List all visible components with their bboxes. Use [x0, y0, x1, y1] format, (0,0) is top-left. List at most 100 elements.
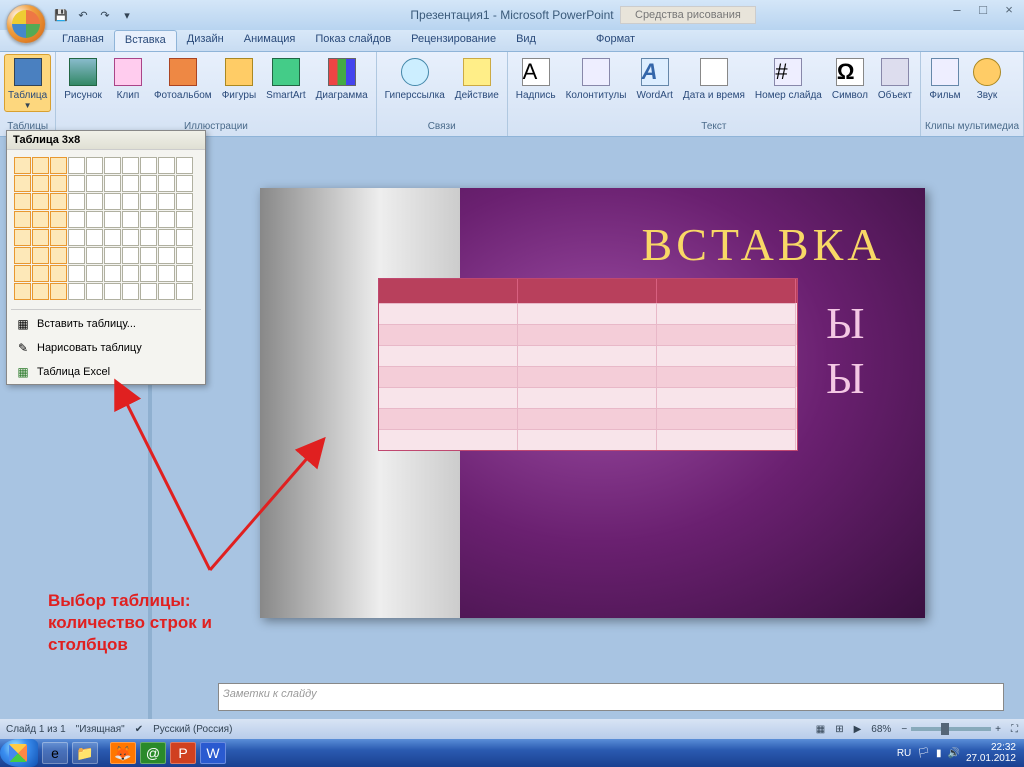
notes-pane[interactable]: Заметки к слайду	[218, 683, 1004, 711]
tray-volume-icon[interactable]: 🔊	[947, 748, 959, 759]
grid-cell[interactable]	[122, 193, 139, 210]
grid-cell[interactable]	[32, 265, 49, 282]
grid-cell[interactable]	[86, 265, 103, 282]
grid-cell[interactable]	[86, 157, 103, 174]
chart-button[interactable]: Диаграмма	[312, 54, 372, 103]
grid-cell[interactable]	[140, 193, 157, 210]
tab-view[interactable]: Вид	[506, 30, 546, 51]
grid-cell[interactable]	[14, 283, 31, 300]
grid-cell[interactable]	[14, 157, 31, 174]
grid-cell[interactable]	[122, 283, 139, 300]
grid-cell[interactable]	[104, 247, 121, 264]
taskbar-app-icon[interactable]: @	[140, 742, 166, 764]
tray-flag-icon[interactable]: 🏳	[917, 748, 930, 759]
shapes-button[interactable]: Фигуры	[218, 54, 260, 103]
headerfooter-button[interactable]: Колонтитулы	[562, 54, 631, 103]
qat-undo[interactable]: ↶	[74, 6, 92, 24]
grid-cell[interactable]	[86, 175, 103, 192]
grid-cell[interactable]	[50, 247, 67, 264]
grid-cell[interactable]	[158, 193, 175, 210]
close-button[interactable]: ×	[1000, 2, 1018, 17]
grid-cell[interactable]	[50, 175, 67, 192]
grid-cell[interactable]	[176, 157, 193, 174]
wordart-button[interactable]: AWordArt	[632, 54, 676, 103]
grid-cell[interactable]	[104, 193, 121, 210]
grid-cell[interactable]	[86, 193, 103, 210]
grid-cell[interactable]	[122, 247, 139, 264]
grid-cell[interactable]	[104, 175, 121, 192]
grid-cell[interactable]	[122, 157, 139, 174]
grid-cell[interactable]	[158, 157, 175, 174]
grid-cell[interactable]	[176, 283, 193, 300]
symbol-button[interactable]: ΩСимвол	[828, 54, 872, 103]
grid-cell[interactable]	[68, 247, 85, 264]
language-status[interactable]: Русский (Россия)	[153, 724, 232, 735]
fit-button[interactable]: ⛶	[1011, 724, 1018, 735]
excel-table-menuitem[interactable]: ▦ Таблица Excel	[7, 360, 205, 384]
grid-cell[interactable]	[32, 193, 49, 210]
tab-design[interactable]: Дизайн	[177, 30, 234, 51]
office-button[interactable]	[6, 4, 46, 44]
action-button[interactable]: Действие	[451, 54, 503, 103]
grid-cell[interactable]	[50, 283, 67, 300]
hyperlink-button[interactable]: Гиперссылка	[381, 54, 449, 103]
grid-cell[interactable]	[14, 247, 31, 264]
datetime-button[interactable]: Дата и время	[679, 54, 749, 103]
grid-cell[interactable]	[158, 229, 175, 246]
grid-cell[interactable]	[122, 265, 139, 282]
grid-cell[interactable]	[104, 229, 121, 246]
grid-cell[interactable]	[122, 229, 139, 246]
table-button[interactable]: Таблица ▼	[4, 54, 51, 112]
grid-cell[interactable]	[122, 211, 139, 228]
grid-cell[interactable]	[176, 211, 193, 228]
tab-slideshow[interactable]: Показ слайдов	[305, 30, 401, 51]
grid-cell[interactable]	[140, 283, 157, 300]
grid-cell[interactable]	[14, 211, 31, 228]
slide[interactable]: ВСТАВКА Ы Ы	[260, 188, 925, 618]
grid-cell[interactable]	[86, 211, 103, 228]
grid-cell[interactable]	[176, 229, 193, 246]
grid-cell[interactable]	[68, 211, 85, 228]
grid-cell[interactable]	[32, 247, 49, 264]
qat-save[interactable]: 💾	[52, 6, 70, 24]
picture-button[interactable]: Рисунок	[60, 54, 106, 103]
grid-cell[interactable]	[140, 157, 157, 174]
slidenum-button[interactable]: #Номер слайда	[751, 54, 826, 103]
draw-table-menuitem[interactable]: ✎ Нарисовать таблицу	[7, 336, 205, 360]
taskbar-ie-icon[interactable]: e	[42, 742, 68, 764]
grid-cell[interactable]	[158, 283, 175, 300]
grid-cell[interactable]	[68, 229, 85, 246]
minimize-button[interactable]: –	[948, 2, 966, 17]
view-sorter-button[interactable]: ⊞	[835, 724, 843, 735]
grid-cell[interactable]	[50, 157, 67, 174]
inserted-table-preview[interactable]	[378, 278, 798, 451]
grid-cell[interactable]	[32, 229, 49, 246]
grid-cell[interactable]	[14, 193, 31, 210]
slide-title-text[interactable]: ВСТАВКА	[642, 218, 885, 271]
grid-cell[interactable]	[68, 157, 85, 174]
grid-cell[interactable]	[86, 247, 103, 264]
tab-format[interactable]: Формат	[586, 30, 645, 51]
grid-cell[interactable]	[158, 247, 175, 264]
taskbar-powerpoint-icon[interactable]: P	[170, 742, 196, 764]
grid-cell[interactable]	[86, 229, 103, 246]
sound-button[interactable]: Звук	[967, 54, 1007, 103]
zoom-value[interactable]: 68%	[871, 724, 891, 735]
taskbar-word-icon[interactable]: W	[200, 742, 226, 764]
tab-insert[interactable]: Вставка	[114, 30, 177, 51]
grid-cell[interactable]	[14, 229, 31, 246]
maximize-button[interactable]: □	[974, 2, 992, 17]
grid-cell[interactable]	[68, 265, 85, 282]
grid-cell[interactable]	[104, 283, 121, 300]
grid-cell[interactable]	[104, 157, 121, 174]
grid-cell[interactable]	[104, 211, 121, 228]
tray-network-icon[interactable]: ▮	[936, 748, 942, 759]
textbox-button[interactable]: AНадпись	[512, 54, 560, 103]
qat-more-icon[interactable]: ▾	[118, 6, 136, 24]
grid-cell[interactable]	[176, 247, 193, 264]
grid-cell[interactable]	[50, 193, 67, 210]
grid-cell[interactable]	[140, 211, 157, 228]
grid-cell[interactable]	[14, 175, 31, 192]
grid-cell[interactable]	[104, 265, 121, 282]
grid-cell[interactable]	[68, 283, 85, 300]
